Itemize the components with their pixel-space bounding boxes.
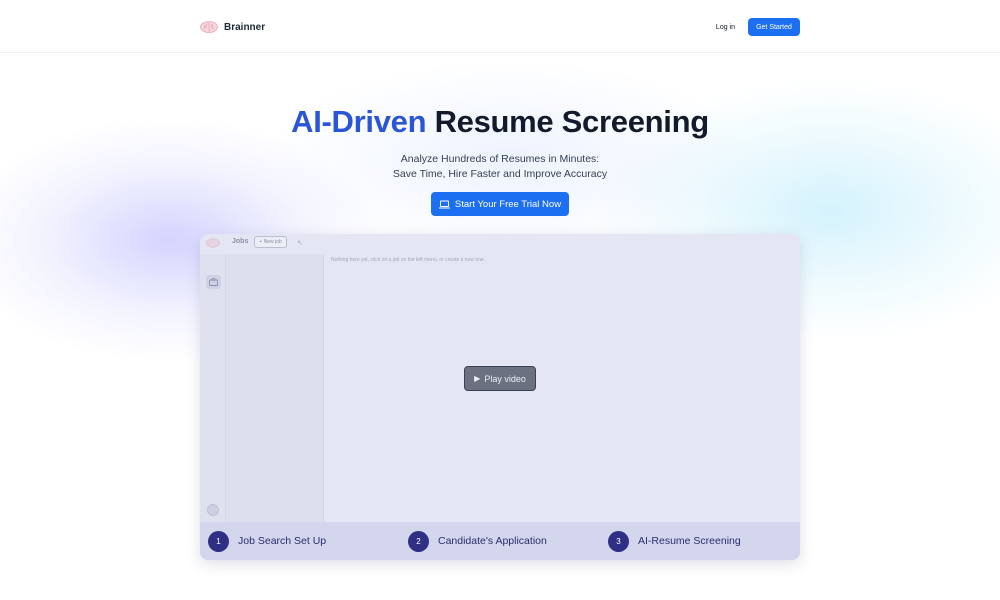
step-label: Candidate's Application bbox=[438, 535, 547, 547]
step-number: 1 bbox=[208, 530, 229, 552]
hero-subtitle-line1: Analyze Hundreds of Resumes in Minutes: bbox=[400, 153, 600, 165]
app-preview-toolbar: Jobs + New job ↖ bbox=[200, 234, 800, 254]
brain-icon bbox=[200, 21, 218, 33]
steps-bar: 1 Job Search Set Up 2 Candidate's Applic… bbox=[200, 522, 800, 560]
cursor-icon: ↖ bbox=[297, 240, 303, 247]
jobs-nav-button[interactable] bbox=[206, 275, 221, 289]
step-number: 2 bbox=[408, 530, 429, 552]
jobs-list-panel bbox=[226, 254, 324, 522]
hero-subtitle-line2: Save Time, Hire Faster and Improve Accur… bbox=[392, 168, 608, 180]
jobs-label: Jobs bbox=[232, 238, 249, 245]
play-video-label: Play video bbox=[484, 373, 526, 384]
step-3[interactable]: 3 AI-Resume Screening bbox=[608, 530, 741, 552]
step-label: AI-Resume Screening bbox=[638, 535, 741, 547]
start-free-trial-label: Start Your Free Trial Now bbox=[454, 198, 562, 210]
play-icon: ▶ bbox=[474, 374, 481, 383]
hero-subtitle: Analyze Hundreds of Resumes in Minutes: … bbox=[0, 152, 1000, 182]
hero-title-accent: AI-Driven bbox=[291, 104, 427, 139]
step-label: Job Search Set Up bbox=[238, 535, 327, 547]
hero-title: AI-Driven Resume Screening bbox=[0, 104, 1000, 140]
hero-title-rest: Resume Screening bbox=[434, 104, 710, 139]
empty-state-message: Nothing here yet, click on a job on the … bbox=[331, 257, 485, 263]
app-side-rail bbox=[200, 254, 226, 522]
step-number: 3 bbox=[608, 530, 629, 552]
brain-icon bbox=[206, 238, 220, 248]
login-link[interactable]: Log in bbox=[716, 24, 735, 31]
start-free-trial-button[interactable]: Start Your Free Trial Now bbox=[431, 192, 569, 216]
get-started-button[interactable]: Get Started bbox=[748, 18, 800, 36]
brand[interactable]: Brainner bbox=[200, 21, 265, 33]
briefcase-icon bbox=[209, 278, 218, 286]
brand-name: Brainner bbox=[224, 21, 266, 33]
step-2[interactable]: 2 Candidate's Application bbox=[408, 530, 547, 552]
laptop-icon bbox=[438, 200, 450, 209]
avatar[interactable] bbox=[207, 504, 219, 516]
new-job-button[interactable]: + New job bbox=[254, 236, 287, 248]
play-video-button[interactable]: ▶ Play video bbox=[464, 366, 536, 391]
app-preview: Jobs + New job ↖ Nothing here yet, click… bbox=[200, 234, 800, 560]
top-nav: Brainner Log in Get Started bbox=[0, 0, 1000, 53]
step-1[interactable]: 1 Job Search Set Up bbox=[208, 530, 326, 552]
